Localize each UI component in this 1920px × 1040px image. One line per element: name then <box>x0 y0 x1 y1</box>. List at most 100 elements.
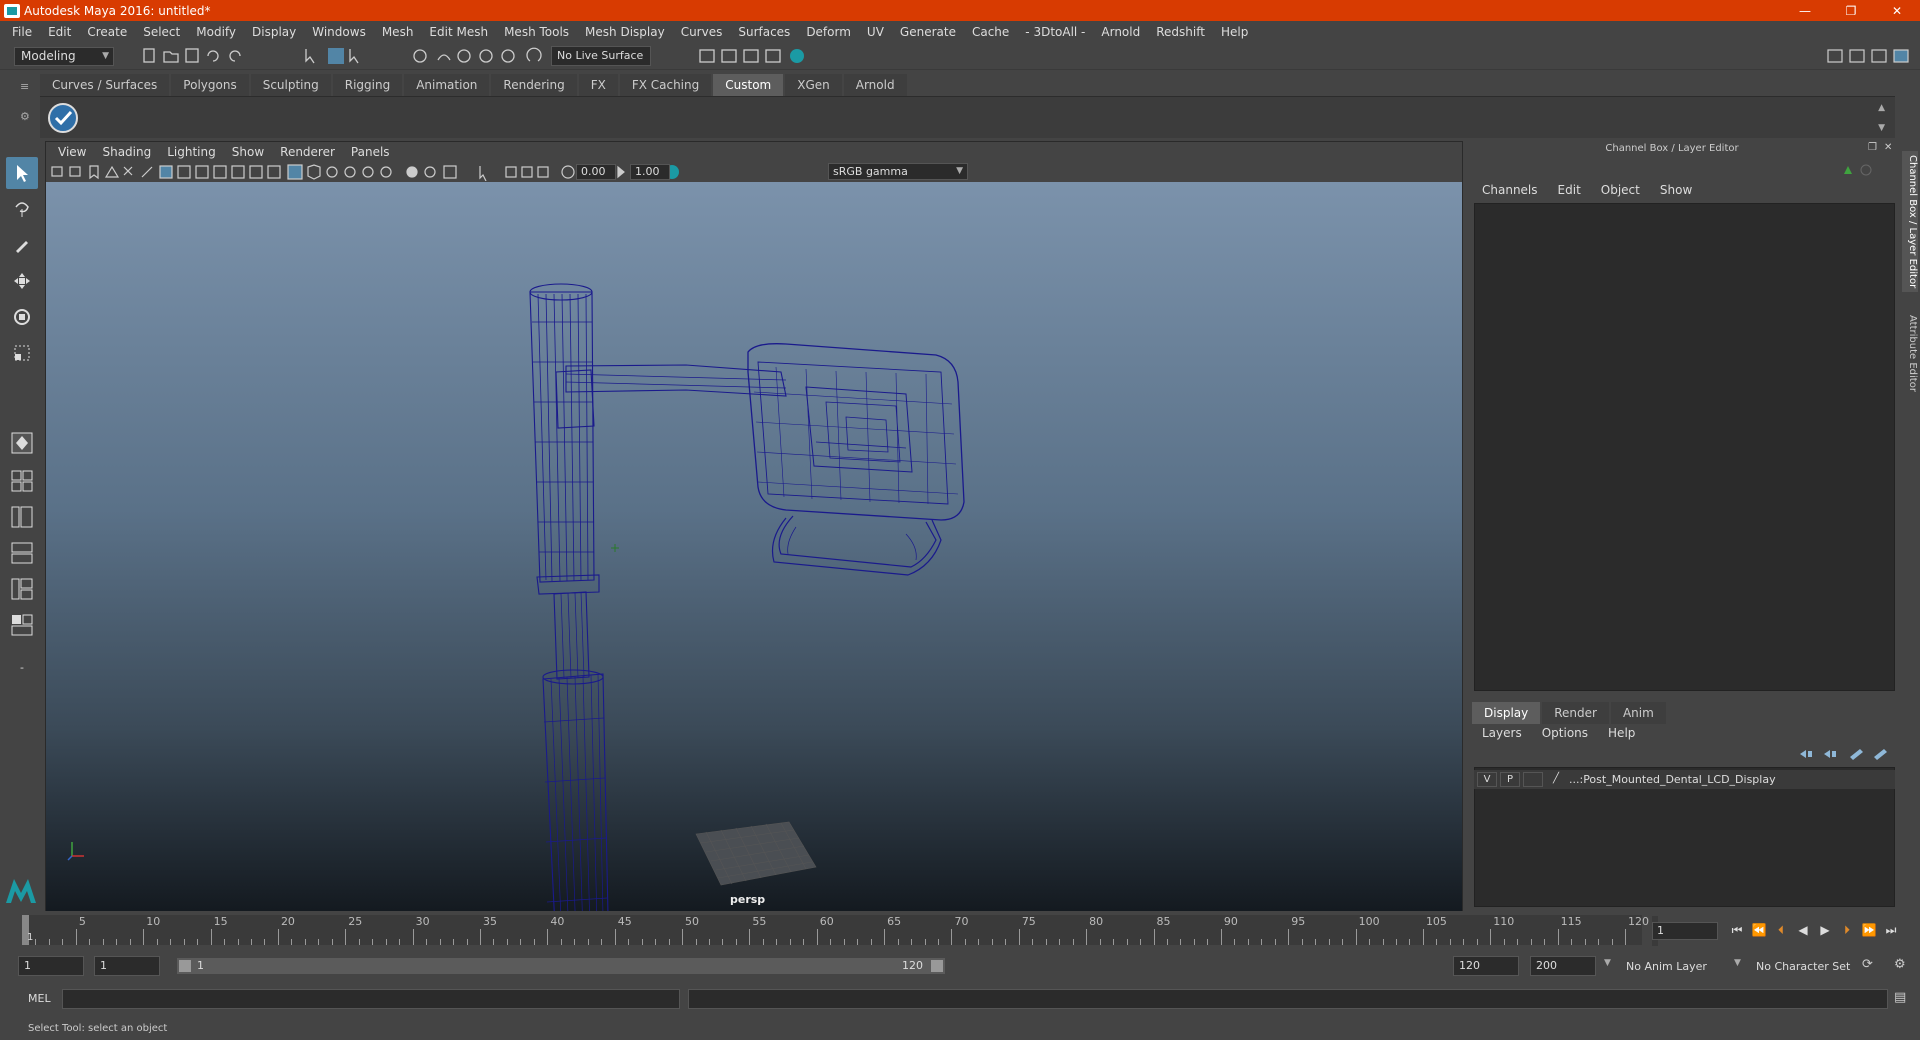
close-button[interactable]: ✕ <box>1874 0 1920 21</box>
menu-uv[interactable]: UV <box>859 25 892 39</box>
menu-deform[interactable]: Deform <box>798 25 859 39</box>
minimize-button[interactable]: — <box>1782 0 1828 21</box>
viewport-menu-view[interactable]: View <box>50 145 94 159</box>
character-set-label[interactable]: No Character Set <box>1756 960 1850 973</box>
layout-persp-hypershade[interactable] <box>6 573 38 605</box>
shelf-tab-arnold[interactable]: Arnold <box>843 74 907 96</box>
move-tool[interactable] <box>6 265 38 297</box>
layout-outliner-persp[interactable] <box>6 609 38 641</box>
menu-cache[interactable]: Cache <box>964 25 1017 39</box>
layer-menu-layers[interactable]: Layers <box>1472 726 1532 740</box>
playback-end-field[interactable]: 120 <box>1453 956 1519 976</box>
shelf-tab-fx-caching[interactable]: FX Caching <box>619 74 712 96</box>
shelf-tab-custom[interactable]: Custom <box>713 74 784 96</box>
play-backward-button[interactable]: ◀ <box>1792 920 1814 940</box>
shelf-tab-animation[interactable]: Animation <box>404 74 490 96</box>
menu-arnold[interactable]: Arnold <box>1093 25 1148 39</box>
layer-tab-display[interactable]: Display <box>1472 702 1541 724</box>
float-panel-icon[interactable]: ❐ <box>1868 142 1877 153</box>
menu-generate[interactable]: Generate <box>892 25 964 39</box>
time-slider[interactable]: 5 10 15 20 25 30 35 40 45 50 55 60 65 70 75 80 85 90 95 100… <box>22 915 1649 945</box>
menu-redshift[interactable]: Redshift <box>1148 25 1213 39</box>
character-set-chevron-icon[interactable]: ▼ <box>1734 958 1741 968</box>
range-slider[interactable]: 1 120 <box>176 957 946 975</box>
channel-box-area[interactable] <box>1474 203 1895 691</box>
side-tab-channel-box[interactable]: Channel Box / Layer Editor <box>1902 151 1918 293</box>
step-forward-key-button[interactable]: ⏩ <box>1858 920 1880 940</box>
select-tool[interactable] <box>6 157 38 189</box>
menu-edit-mesh[interactable]: Edit Mesh <box>421 25 496 39</box>
channel-box-menu-object[interactable]: Object <box>1591 183 1650 197</box>
layer-menu-options[interactable]: Options <box>1532 726 1598 740</box>
menu-3dtoall[interactable]: - 3DtoAll - <box>1017 25 1093 39</box>
play-forward-button[interactable]: ▶ <box>1814 920 1836 940</box>
exposure-field[interactable]: 0.00 <box>576 164 616 180</box>
layout-persp-outliner[interactable] <box>6 501 38 533</box>
range-slider-end-handle[interactable] <box>931 960 943 972</box>
menu-surfaces[interactable]: Surfaces <box>730 25 798 39</box>
channel-box-menu-show[interactable]: Show <box>1650 183 1702 197</box>
layer-playback-toggle[interactable]: P <box>1500 772 1520 787</box>
menu-display[interactable]: Display <box>244 25 304 39</box>
menu-windows[interactable]: Windows <box>304 25 374 39</box>
shelf-gear-icon[interactable]: ⚙ <box>20 110 30 123</box>
live-surface-field[interactable]: No Live Surface <box>551 46 651 66</box>
layer-display-type-toggle[interactable] <box>1523 772 1543 787</box>
menu-mesh-tools[interactable]: Mesh Tools <box>496 25 577 39</box>
layout-four-panes[interactable] <box>6 465 38 497</box>
animation-start-field[interactable]: 1 <box>18 956 84 976</box>
anim-layer-label[interactable]: No Anim Layer <box>1626 960 1707 973</box>
menu-help[interactable]: Help <box>1213 25 1256 39</box>
viewport-menu-lighting[interactable]: Lighting <box>159 145 224 159</box>
shelf-tab-polygons[interactable]: Polygons <box>171 74 249 96</box>
shelf-tab-fx[interactable]: FX <box>578 74 618 96</box>
go-to-start-button[interactable]: ⏮ <box>1726 920 1748 940</box>
viewport-menu-show[interactable]: Show <box>224 145 272 159</box>
custom-shelf-checkmark-icon[interactable] <box>46 101 80 135</box>
menu-curves[interactable]: Curves <box>673 25 731 39</box>
rotate-tool[interactable] <box>6 301 38 333</box>
shelf-scroll-down-icon[interactable]: ▼ <box>1878 123 1885 133</box>
close-panel-icon[interactable]: ✕ <box>1884 142 1892 153</box>
side-tab-attribute-editor[interactable]: Attribute Editor <box>1902 311 1918 396</box>
step-forward-frame-button[interactable]: ⏵ <box>1836 920 1858 940</box>
menu-select[interactable]: Select <box>135 25 188 39</box>
mode-selector[interactable]: Modeling <box>14 47 114 66</box>
paint-select-tool[interactable] <box>6 229 38 261</box>
shelf-tab-rigging[interactable]: Rigging <box>332 74 403 96</box>
layer-tab-render[interactable]: Render <box>1542 702 1609 724</box>
shelf-tab-xgen[interactable]: XGen <box>785 74 842 96</box>
step-back-key-button[interactable]: ⏪ <box>1748 920 1770 940</box>
menu-modify[interactable]: Modify <box>188 25 244 39</box>
current-frame-field[interactable]: 1 <box>1652 922 1718 940</box>
layer-visibility-toggle[interactable]: V <box>1477 772 1497 787</box>
layer-tab-anim[interactable]: Anim <box>1610 702 1666 724</box>
anim-preferences-icon[interactable]: ⚙ <box>1894 957 1906 972</box>
shelf-tab-sculpting[interactable]: Sculpting <box>250 74 331 96</box>
layout-single-pane[interactable] <box>6 427 38 459</box>
menu-create[interactable]: Create <box>79 25 135 39</box>
channel-box-menu-edit[interactable]: Edit <box>1548 183 1591 197</box>
gamma-field[interactable]: 1.00 <box>630 164 670 180</box>
go-to-end-button[interactable]: ⏭ <box>1880 920 1902 940</box>
viewport-menu-panels[interactable]: Panels <box>343 145 398 159</box>
menu-edit[interactable]: Edit <box>40 25 79 39</box>
layout-persp-graph[interactable] <box>6 537 38 569</box>
shelf-tab-rendering[interactable]: Rendering <box>491 74 577 96</box>
restore-button[interactable]: ❐ <box>1828 0 1874 21</box>
menu-mesh[interactable]: Mesh <box>374 25 422 39</box>
layout-toggle[interactable]: - <box>6 651 38 683</box>
menu-mesh-display[interactable]: Mesh Display <box>577 25 673 39</box>
lasso-tool[interactable] <box>6 193 38 225</box>
layer-color-icon[interactable]: ╱ <box>1546 772 1566 787</box>
color-space-dropdown[interactable]: sRGB gamma ▼ <box>828 163 968 180</box>
menu-file[interactable]: File <box>4 25 40 39</box>
scale-tool[interactable] <box>6 337 38 369</box>
command-input[interactable] <box>62 989 680 1009</box>
shelf-menu-icon[interactable]: ≡ <box>20 80 29 93</box>
channel-box-menu-channels[interactable]: Channels <box>1472 183 1548 197</box>
anim-layer-chevron-icon[interactable]: ▼ <box>1604 958 1611 968</box>
viewport-menu-renderer[interactable]: Renderer <box>272 145 343 159</box>
step-back-frame-button[interactable]: ⏴ <box>1770 920 1792 940</box>
layer-menu-help[interactable]: Help <box>1598 726 1645 740</box>
